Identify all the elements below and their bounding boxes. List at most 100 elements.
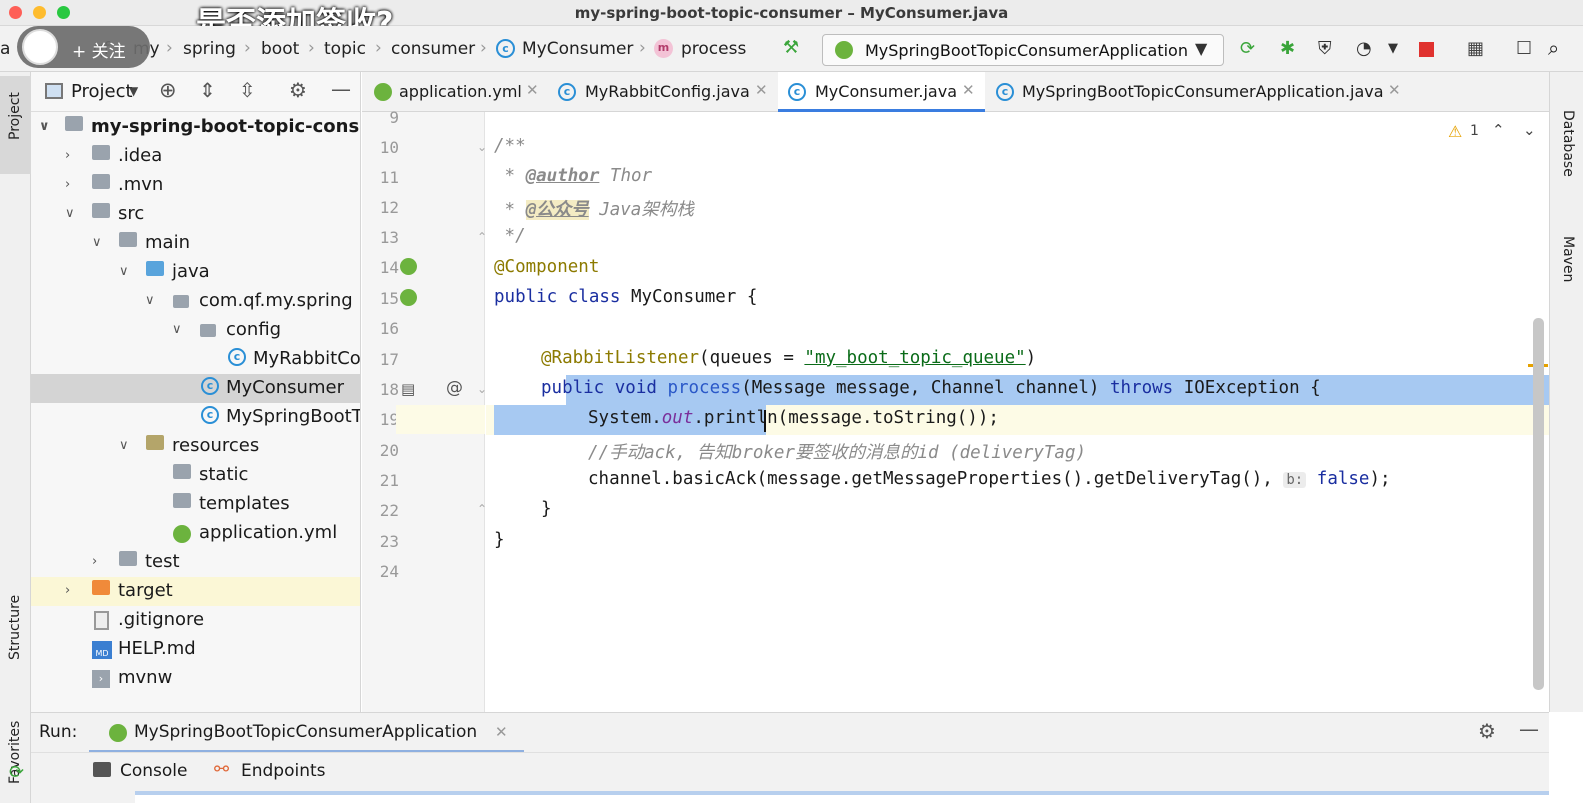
hide-panel-icon[interactable]: — — [1519, 717, 1539, 741]
hide-panel-icon[interactable]: — — [331, 77, 351, 101]
profile-run-icon[interactable]: ◔ — [1356, 40, 1372, 58]
channel-logo-icon — [22, 29, 58, 65]
chevron-up-icon[interactable]: ⌃ — [1492, 121, 1505, 139]
tab-myspringboottopicconsumerapplication[interactable]: c MySpringBootTopicConsumerApplication.j… — [986, 72, 1406, 112]
structure-tool-label[interactable]: Structure — [7, 595, 23, 660]
search-icon[interactable]: ⌕ — [1548, 38, 1559, 58]
run-dropdown-icon[interactable]: ▼ — [1388, 42, 1398, 55]
chevron-down-icon[interactable]: ∨ — [119, 264, 129, 279]
vcs-icon[interactable]: ☐ — [1516, 40, 1532, 58]
tree-item-folder[interactable]: templates — [31, 490, 360, 519]
tree-item-file[interactable]: application.yml — [31, 519, 360, 548]
tree-item-file[interactable]: .gitignore — [31, 606, 360, 635]
tab-console[interactable]: Console — [81, 753, 191, 789]
tree-item-folder[interactable]: static — [31, 461, 360, 490]
tree-item-folder[interactable]: ∨ main — [31, 229, 360, 258]
tab-endpoints[interactable]: ⚯ Endpoints — [206, 753, 346, 789]
tree-item-file[interactable]: MD HELP.md — [31, 635, 360, 664]
breadcrumb-item[interactable]: topic — [324, 39, 366, 59]
debug-bug-icon[interactable]: ✱ — [1280, 40, 1295, 58]
tree-item-class[interactable]: c MySpringBootT — [31, 403, 360, 432]
tab-myrabbitconfig[interactable]: c MyRabbitConfig.java ✕ — [552, 72, 777, 112]
code-method: process — [656, 378, 742, 398]
project-structure-icon[interactable]: ▦ — [1467, 40, 1484, 58]
tree-item-folder[interactable]: ∨ java — [31, 258, 360, 287]
code-editor[interactable]: /** * @author Thor * @公众号 Java架构栈 */ @Co… — [486, 112, 1549, 712]
expand-all-icon[interactable]: ⇕ — [199, 78, 216, 102]
chevron-right-icon[interactable]: › — [92, 554, 97, 569]
maven-tool-label[interactable]: Maven — [1560, 236, 1576, 282]
tree-item-folder[interactable]: › target — [31, 577, 360, 606]
tree-item-class[interactable]: c MyRabbitCo — [31, 345, 360, 374]
chevron-down-icon[interactable]: ▼ — [129, 84, 138, 98]
tree-item-file[interactable]: › mvnw — [31, 664, 360, 693]
spring-class-icon: c — [201, 406, 219, 424]
breadcrumb-item[interactable]: MyConsumer — [522, 39, 633, 59]
code-token: IOException { — [1173, 378, 1321, 398]
build-hammer-icon[interactable]: ⚒ — [783, 39, 799, 57]
breadcrumb-item[interactable]: a — [0, 39, 10, 59]
chevron-down-icon[interactable]: ∨ — [65, 206, 75, 221]
project-view-select[interactable]: Project — [71, 81, 133, 102]
tree-item-module[interactable]: ∨ my-spring-boot-topic-cons — [31, 113, 360, 142]
breadcrumb-item[interactable]: consumer — [391, 39, 475, 59]
stop-icon[interactable] — [1419, 42, 1434, 57]
tree-item-folder[interactable]: › .mvn — [31, 171, 360, 200]
gear-icon[interactable]: ⚙ — [289, 78, 307, 102]
chevron-down-icon[interactable]: ∨ — [145, 293, 155, 308]
tree-item-folder[interactable]: › .idea — [31, 142, 360, 171]
close-icon[interactable]: ✕ — [526, 81, 539, 99]
run-config-tab[interactable]: MySpringBootTopicConsumerApplication ✕ — [89, 713, 524, 753]
tree-item-folder[interactable]: ∨ src — [31, 200, 360, 229]
chevron-down-icon[interactable]: ∨ — [39, 119, 50, 134]
tree-item-package[interactable]: ∨ config — [31, 316, 360, 345]
line-number: 16 — [379, 319, 399, 338]
tree-item-class-selected[interactable]: c MyConsumer — [31, 374, 360, 403]
line-number: 10 — [379, 138, 399, 157]
editor-scrollbar[interactable] — [1533, 318, 1544, 690]
breadcrumb-item[interactable]: spring — [183, 39, 236, 59]
rerun-icon[interactable]: ⟳ — [1240, 40, 1255, 58]
warning-icon[interactable]: ⚠ — [1448, 122, 1462, 141]
locate-target-icon[interactable]: ⊕ — [159, 78, 177, 102]
chevron-down-icon[interactable]: ∨ — [172, 322, 182, 337]
run-configuration-select[interactable]: MySpringBootTopicConsumerApplication ▼ — [822, 34, 1224, 66]
gear-icon[interactable]: ⚙ — [1478, 719, 1496, 743]
collapse-all-icon[interactable]: ⇳ — [239, 78, 256, 102]
spring-bean-gutter-icon[interactable] — [400, 258, 417, 275]
folder-icon — [119, 551, 137, 566]
close-icon[interactable]: ✕ — [1388, 81, 1401, 99]
close-icon[interactable]: ✕ — [962, 81, 975, 99]
chevron-right-icon[interactable]: › — [65, 583, 70, 598]
tree-item-package[interactable]: ∨ com.qf.my.spring — [31, 287, 360, 316]
at-gutter-icon[interactable]: @ — [446, 378, 463, 398]
project-tool-label[interactable]: Project — [7, 92, 23, 140]
warning-count[interactable]: 1 — [1470, 123, 1479, 139]
chevron-down-icon[interactable]: ⌄ — [1523, 121, 1536, 139]
rabbit-listener-gutter-icon[interactable]: ▤ — [401, 380, 415, 398]
tree-item-folder[interactable]: ∨ resources — [31, 432, 360, 461]
code-token: Thor — [599, 166, 653, 186]
tree-item-folder[interactable]: › test — [31, 548, 360, 577]
chevron-down-icon[interactable]: ∨ — [119, 438, 129, 453]
tab-myconsumer[interactable]: c MyConsumer.java ✕ — [778, 72, 985, 112]
spring-bean-gutter-icon[interactable] — [400, 289, 417, 306]
breadcrumb-item[interactable]: boot — [261, 39, 299, 59]
tab-label: MySpringBootTopicConsumerApplication.jav… — [1022, 82, 1384, 101]
chevron-down-icon[interactable]: ∨ — [92, 235, 102, 250]
run-panel-tabs: Console ⚯ Endpoints — [31, 752, 1549, 804]
follow-button[interactable]: + 关注 — [72, 37, 126, 62]
breadcrumb-item[interactable]: process — [681, 39, 746, 59]
rerun-icon[interactable]: ⟳ — [9, 762, 24, 783]
chevron-right-icon[interactable]: › — [65, 148, 70, 163]
database-tool-label[interactable]: Database — [1560, 110, 1576, 177]
chevron-right-icon[interactable]: › — [65, 177, 70, 192]
tab-application-yml[interactable]: application.yml ✕ — [362, 72, 545, 112]
right-tool-strip: Database Maven — [1549, 72, 1583, 712]
code-line-10: /** — [494, 136, 526, 156]
code-line-15: public class MyConsumer { — [494, 287, 757, 307]
close-icon[interactable]: ✕ — [755, 81, 768, 99]
run-config-label: MySpringBootTopicConsumerApplication — [134, 722, 478, 742]
coverage-shield-icon[interactable]: ⛨ — [1318, 40, 1332, 58]
close-icon[interactable]: ✕ — [495, 723, 508, 741]
